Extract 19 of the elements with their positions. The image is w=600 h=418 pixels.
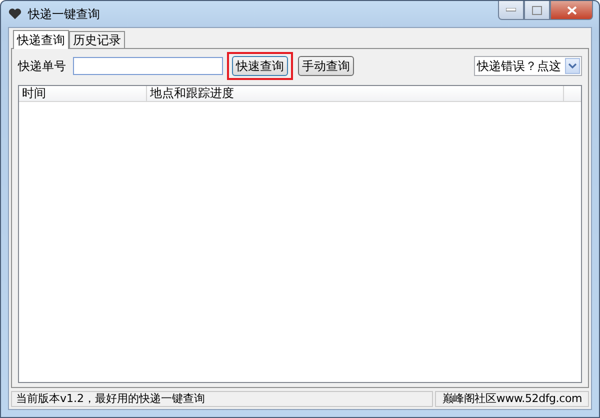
tab[interactable]: 历史记录: [69, 31, 125, 48]
close-icon: [566, 6, 576, 14]
status-text: 当前版本v1.2，最好用的快递一键查询: [11, 391, 434, 407]
dropdown[interactable]: 快递错误？点这: [474, 56, 582, 76]
maximize-icon: [532, 6, 542, 14]
query-button[interactable]: 手动查询: [298, 56, 354, 76]
column-header[interactable]: 时间: [19, 86, 147, 101]
tab[interactable]: 快递查询: [13, 30, 69, 49]
minimize-icon: [506, 8, 516, 12]
minimize-button[interactable]: [498, 1, 524, 20]
status-text: 巅峰阁社区www.52dfg.com: [435, 391, 589, 407]
query-button[interactable]: 快速查询: [232, 56, 288, 76]
maximize-button[interactable]: [524, 1, 550, 20]
tracking-number-field[interactable]: [73, 57, 223, 75]
heart-icon: [8, 8, 22, 20]
column-header[interactable]: 地点和跟踪进度: [147, 86, 564, 101]
close-button[interactable]: [550, 1, 593, 20]
field-label: 快递单号: [18, 58, 66, 74]
window-title: 快递一键查询: [28, 6, 100, 22]
